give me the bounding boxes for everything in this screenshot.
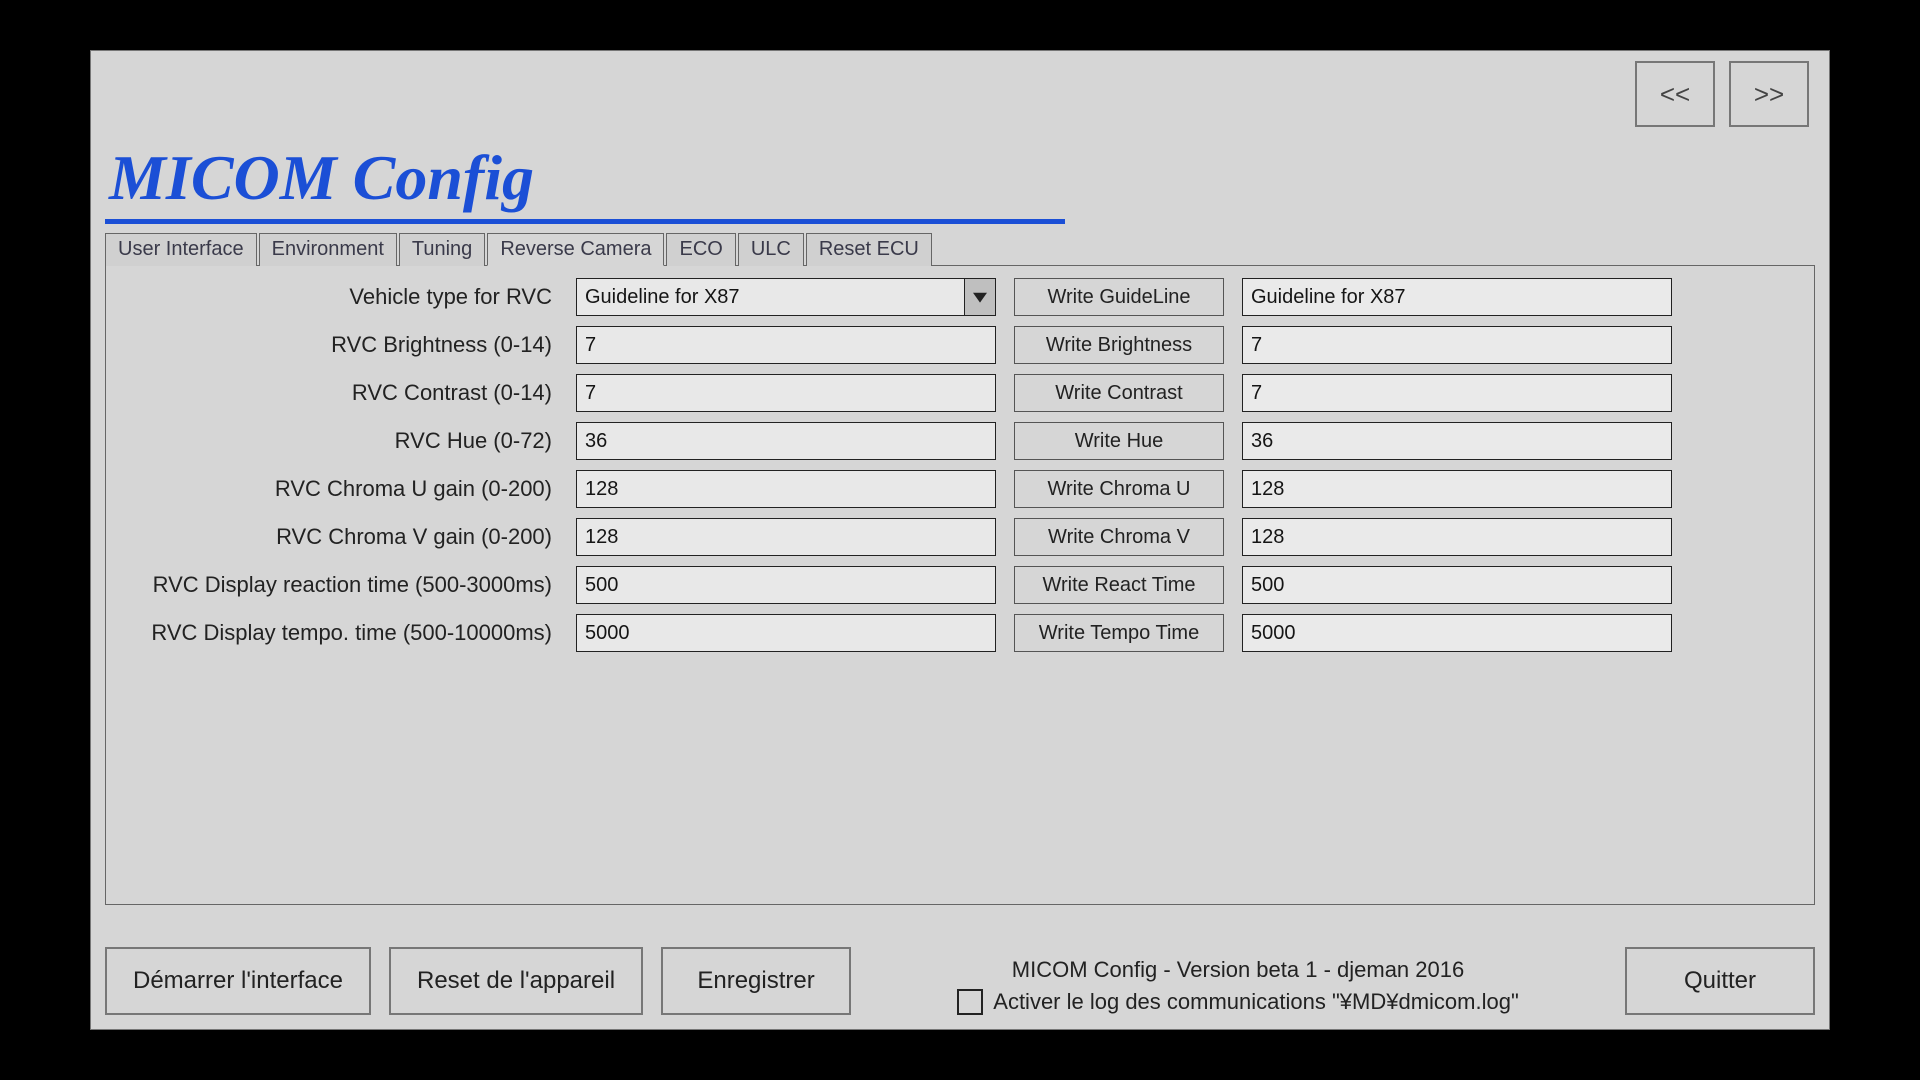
tab-reset-ecu[interactable]: Reset ECU [806,233,932,266]
chevron-down-icon[interactable] [964,278,996,316]
reset-device-button[interactable]: Reset de l'appareil [389,947,643,1015]
footer-info: MICOM Config - Version beta 1 - djeman 2… [869,957,1607,1015]
rvc-row-label: RVC Display reaction time (500-3000ms) [118,572,558,598]
rvc-row-label: RVC Hue (0-72) [118,428,558,454]
save-button[interactable]: Enregistrer [661,947,851,1015]
tab-eco[interactable]: ECO [666,233,735,266]
app-window: << >> MICOM Config User InterfaceEnviron… [90,50,1830,1030]
vehicle-type-select[interactable] [576,278,996,316]
log-checkbox-label: Activer le log des communications "¥MD¥d… [993,989,1519,1015]
rvc-value-input[interactable] [576,326,996,364]
next-page-button[interactable]: >> [1729,61,1809,127]
rvc-value-input[interactable] [576,374,996,412]
rvc-row-label: RVC Chroma V gain (0-200) [118,524,558,550]
write-button[interactable]: Write GuideLine [1014,278,1224,316]
start-interface-button[interactable]: Démarrer l'interface [105,947,371,1015]
rvc-readback-value: 128 [1242,518,1672,556]
rvc-row-label: Vehicle type for RVC [118,284,558,310]
log-checkbox[interactable] [957,989,983,1015]
rvc-row-label: RVC Display tempo. time (500-10000ms) [118,620,558,646]
rvc-readback-value: 36 [1242,422,1672,460]
footer-bar: Démarrer l'interface Reset de l'appareil… [105,947,1815,1015]
log-toggle-row: Activer le log des communications "¥MD¥d… [957,989,1519,1015]
rvc-readback-value: 500 [1242,566,1672,604]
rvc-readback-value: 128 [1242,470,1672,508]
write-button[interactable]: Write Tempo Time [1014,614,1224,652]
tab-user-interface[interactable]: User Interface [105,233,257,266]
tab-panel-reverse-camera: Vehicle type for RVC Write GuideLine Guide… [105,265,1815,905]
quit-button[interactable]: Quitter [1625,947,1815,1015]
version-label: MICOM Config - Version beta 1 - djeman 2… [1012,957,1464,983]
tab-tuning[interactable]: Tuning [399,233,485,266]
rvc-value-input[interactable] [576,470,996,508]
tab-environment[interactable]: Environment [259,233,397,266]
write-button[interactable]: Write Contrast [1014,374,1224,412]
rvc-value-input[interactable] [576,614,996,652]
rvc-row-label: RVC Chroma U gain (0-200) [118,476,558,502]
rvc-value-input[interactable] [576,518,996,556]
write-button[interactable]: Write Chroma V [1014,518,1224,556]
rvc-row-label: RVC Contrast (0-14) [118,380,558,406]
rvc-value-input[interactable] [576,422,996,460]
tab-reverse-camera[interactable]: Reverse Camera [487,233,664,266]
vehicle-type-input[interactable] [576,278,996,316]
write-button[interactable]: Write Hue [1014,422,1224,460]
write-button[interactable]: Write Chroma U [1014,470,1224,508]
rvc-value-input[interactable] [576,566,996,604]
rvc-row-label: RVC Brightness (0-14) [118,332,558,358]
page-nav: << >> [1635,61,1809,127]
rvc-readback-value: Guideline for X87 [1242,278,1672,316]
prev-page-button[interactable]: << [1635,61,1715,127]
rvc-readback-value: 7 [1242,326,1672,364]
rvc-readback-value: 5000 [1242,614,1672,652]
write-button[interactable]: Write Brightness [1014,326,1224,364]
write-button[interactable]: Write React Time [1014,566,1224,604]
title-underline [105,219,1065,224]
app-title: MICOM Config [105,141,1815,217]
rvc-readback-value: 7 [1242,374,1672,412]
rvc-form-grid: Vehicle type for RVC Write GuideLine Guide… [118,278,1802,652]
tab-ulc[interactable]: ULC [738,233,804,266]
tab-strip: User InterfaceEnvironmentTuningReverse C… [105,232,1815,265]
